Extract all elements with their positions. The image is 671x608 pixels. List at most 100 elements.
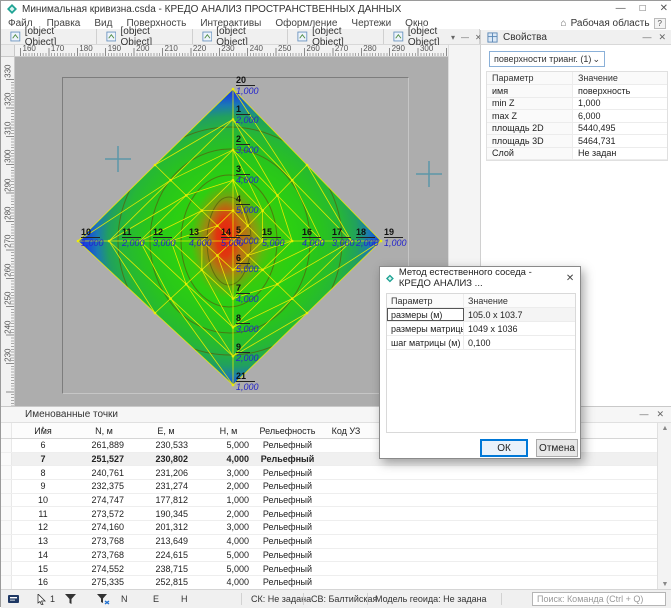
properties-row[interactable]: max Z 6,000 xyxy=(487,110,667,123)
col-h[interactable]: H, м xyxy=(198,426,259,436)
tab-menu-button[interactable]: ▾ xyxy=(451,33,455,42)
ruler-label: 270 xyxy=(327,45,355,56)
dialog-param-row[interactable]: шаг матрицы (м) 0,100 xyxy=(387,336,575,350)
ruler-label: 260 xyxy=(1,263,15,276)
minimize-button[interactable]: — xyxy=(616,1,626,16)
maximize-button[interactable]: □ xyxy=(640,1,646,16)
points-close-button[interactable]: ✕ xyxy=(656,409,664,420)
properties-row[interactable]: имя поверхность xyxy=(487,85,667,98)
coord-e-label: E xyxy=(153,590,159,608)
tab-icon xyxy=(10,31,21,42)
view-tab[interactable]: [object Object] xyxy=(193,29,289,44)
properties-minimize-button[interactable]: — xyxy=(642,32,651,43)
ruler-label: 300 xyxy=(1,150,15,163)
prop-col-param: Параметр xyxy=(487,72,573,84)
points-table-row[interactable]: 12 274,160 201,312 3,000 Рельефный xyxy=(1,521,657,535)
dialog-close-button[interactable]: ✕ xyxy=(560,267,580,289)
close-button[interactable]: ✕ xyxy=(660,1,668,16)
properties-row[interactable]: min Z 1,000 xyxy=(487,98,667,111)
ruler-label: 250 xyxy=(271,45,299,56)
view-tab[interactable]: [object Object] xyxy=(97,29,193,44)
vertical-ruler: 330320310300290280270260250240230 xyxy=(1,57,15,406)
view-tab[interactable]: [object Object] xyxy=(1,29,97,44)
workspace-switcher[interactable]: ⌂ Рабочая область ? xyxy=(561,17,666,30)
workspace-label: Рабочая область xyxy=(571,18,650,29)
prop-col-value: Значение xyxy=(573,73,667,83)
sort-asc-icon: ▲ xyxy=(41,426,46,431)
ruler-label: 330 xyxy=(1,65,15,78)
properties-object-select[interactable]: поверхности трианг. (1) ⌄ xyxy=(489,51,605,67)
dialog-params-table: Параметр Значение размеры (м) 105.0 x 10… xyxy=(386,293,576,433)
ruler-label: 270 xyxy=(1,235,15,248)
ruler-label: 290 xyxy=(384,45,412,56)
ruler-label: 310 xyxy=(1,121,15,134)
properties-title: Свойства xyxy=(503,32,547,43)
menu-item[interactable]: Вид xyxy=(87,18,119,29)
cancel-button[interactable]: Отмена xyxy=(536,439,578,457)
cursor-icon xyxy=(37,594,47,605)
ruler-label: 190 xyxy=(100,45,128,56)
window-title: Минимальная кривизна.csda - КРЕДО АНАЛИЗ… xyxy=(22,4,401,15)
ruler-label: 250 xyxy=(1,292,15,305)
tab-icon xyxy=(202,31,213,42)
tab-icon xyxy=(393,31,404,42)
home-icon: ⌂ xyxy=(561,18,567,29)
tab-icon xyxy=(297,31,308,42)
points-table-row[interactable]: 15 274,552 238,715 5,000 Рельефный xyxy=(1,562,657,576)
ruler-label: 220 xyxy=(185,45,213,56)
points-table-row[interactable]: 9 232,375 231,274 2,000 Рельефный xyxy=(1,480,657,494)
ok-button[interactable]: ОК xyxy=(480,439,528,457)
natural-neighbor-dialog: Метод естественного соседа - КРЕДО АНАЛИ… xyxy=(379,266,581,459)
tab-minimize-button[interactable]: — xyxy=(461,33,469,42)
chevron-down-icon: ⌄ xyxy=(592,54,600,65)
filter-icon[interactable] xyxy=(65,590,76,608)
ruler-label: 160 xyxy=(15,45,43,56)
filter-clear-icon[interactable] xyxy=(97,590,110,608)
points-minimize-button[interactable]: — xyxy=(639,409,648,420)
plotter-icon[interactable] xyxy=(7,590,20,608)
horizontal-ruler: 1601701801902002102202302402502602702802… xyxy=(15,45,448,57)
points-table-row[interactable]: 11 273,572 190,345 2,000 Рельефный xyxy=(1,507,657,521)
ruler-label: 210 xyxy=(157,45,185,56)
ruler-label: 300 xyxy=(412,45,440,56)
status-geoid[interactable]: Модель геоида: Не задана xyxy=(375,590,487,608)
status-bar: 1 N E H СК: Не задана СВ: Балтийская Мод… xyxy=(1,589,671,608)
col-e[interactable]: E, м xyxy=(134,426,198,436)
points-table-row[interactable]: 13 273,768 213,649 4,000 Рельефный xyxy=(1,535,657,549)
ruler-corner xyxy=(1,45,15,57)
col-relief[interactable]: Рельефность xyxy=(259,426,316,436)
selection-count: 1 xyxy=(37,590,55,608)
help-icon[interactable]: ? xyxy=(654,18,666,29)
ruler-label: 240 xyxy=(242,45,270,56)
scroll-down-icon[interactable]: ▼ xyxy=(662,581,669,588)
ruler-label: 320 xyxy=(1,93,15,106)
ruler-label: 260 xyxy=(299,45,327,56)
view-tabs: [object Object] [object Object] [object … xyxy=(1,30,480,45)
points-table-row[interactable]: 8 240,761 231,206 3,000 Рельефный xyxy=(1,466,657,480)
col-code[interactable]: Код УЗ xyxy=(316,426,376,436)
properties-icon xyxy=(487,32,498,43)
points-table-row[interactable]: 10 274,747 177,812 1,000 Рельефный xyxy=(1,494,657,508)
properties-panel-header: Свойства — ✕ xyxy=(480,30,671,45)
tab-icon xyxy=(106,31,117,42)
ruler-label: 170 xyxy=(43,45,71,56)
col-n[interactable]: N, м xyxy=(74,426,134,436)
properties-row[interactable]: площадь 3D 5464,731 xyxy=(487,135,667,148)
col-name[interactable]: ▲Имя xyxy=(12,426,74,436)
command-search-input[interactable]: Поиск: Команда (Ctrl + Q) xyxy=(532,592,666,606)
title-bar: Минимальная кривизна.csda - КРЕДО АНАЛИЗ… xyxy=(1,1,671,17)
view-tab[interactable]: [object Object] xyxy=(288,29,384,44)
properties-close-button[interactable]: ✕ xyxy=(658,32,666,43)
points-table-row[interactable]: 16 275,335 252,815 4,000 Рельефный xyxy=(1,576,657,590)
dialog-param-row[interactable]: размеры матрицы 1049 x 1036 xyxy=(387,322,575,336)
points-table-scrollbar[interactable]: ▲ ▼ xyxy=(657,423,671,590)
scroll-up-icon[interactable]: ▲ xyxy=(662,425,669,432)
properties-row[interactable]: площадь 2D 5440,495 xyxy=(487,123,667,136)
dialog-param-row[interactable]: размеры (м) 105.0 x 103.7 xyxy=(387,308,575,322)
ruler-label: 280 xyxy=(356,45,384,56)
dialog-title-bar[interactable]: Метод естественного соседа - КРЕДО АНАЛИ… xyxy=(380,267,580,289)
points-table-row[interactable]: 14 273,768 224,615 5,000 Рельефный xyxy=(1,549,657,563)
properties-row[interactable]: Слой Не задан xyxy=(487,148,667,161)
app-logo-icon xyxy=(7,4,17,14)
ruler-label: 180 xyxy=(72,45,100,56)
